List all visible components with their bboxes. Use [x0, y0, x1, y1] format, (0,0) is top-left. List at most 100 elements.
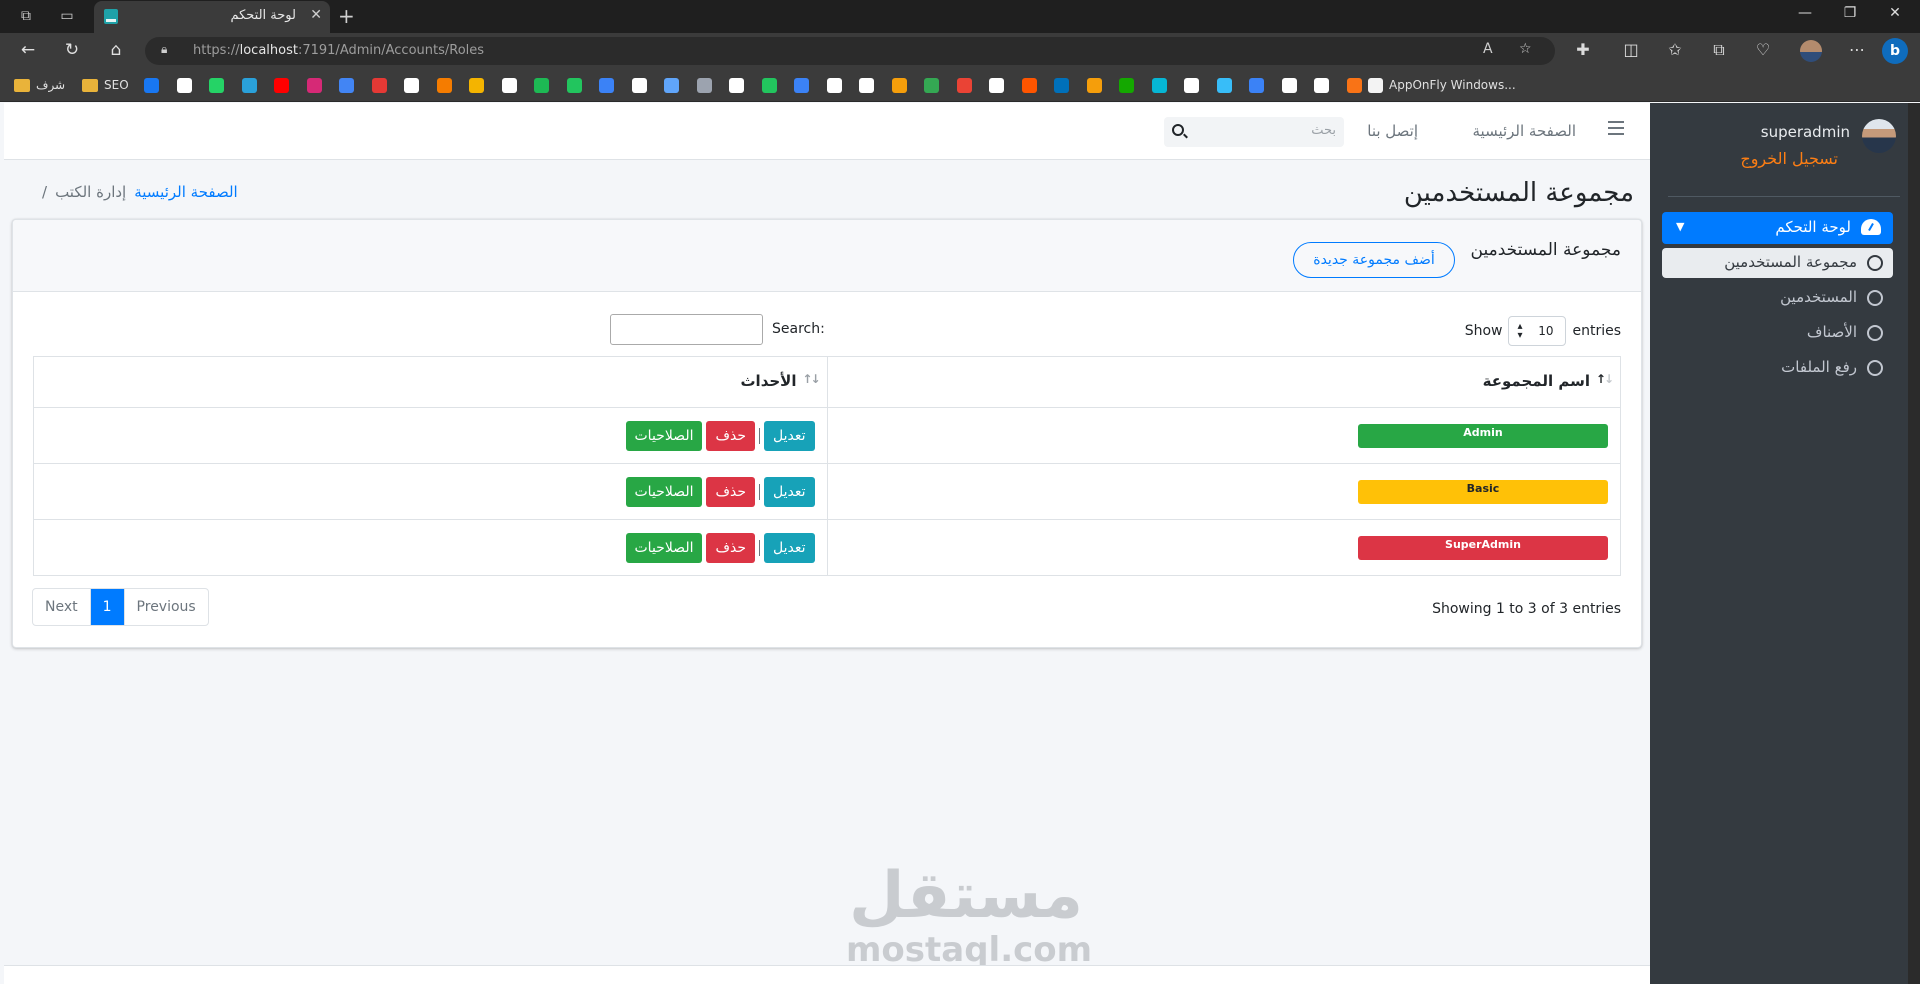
- permissions-button[interactable]: الصلاحيات: [625, 533, 703, 563]
- refresh-icon[interactable]: ↻: [60, 40, 84, 60]
- bookmark-site-icon[interactable]: [826, 78, 842, 93]
- back-icon[interactable]: ←: [16, 40, 40, 60]
- action-separator: [759, 540, 760, 556]
- bookmark-site-icon[interactable]: [469, 78, 484, 93]
- column-header-group-name[interactable]: ↑↓ اسم المجموعة: [826, 356, 1621, 408]
- nav-link-contact[interactable]: إتصل بنا: [1367, 122, 1418, 140]
- bookmark-site-icon[interactable]: [371, 78, 387, 93]
- bookmark-site-icon[interactable]: [1184, 78, 1199, 93]
- read-aloud-icon[interactable]: A: [1483, 41, 1493, 57]
- split-screen-icon[interactable]: ◫: [1620, 40, 1642, 59]
- bookmark-site-icon[interactable]: [1281, 78, 1297, 93]
- bookmark-site-icon[interactable]: [339, 78, 354, 93]
- bookmark-site-icon[interactable]: [1086, 78, 1102, 93]
- bookmark-site-icon[interactable]: [534, 78, 549, 93]
- permissions-button[interactable]: الصلاحيات: [625, 421, 703, 451]
- more-icon[interactable]: ⋯: [1846, 40, 1868, 59]
- profile-avatar[interactable]: [1800, 40, 1822, 62]
- browser-tab[interactable]: لوحة التحكم ✕: [94, 1, 330, 33]
- bookmark-site-icon[interactable]: [599, 78, 614, 93]
- minimize-icon[interactable]: —: [1795, 5, 1815, 21]
- edit-button[interactable]: تعديل: [764, 533, 815, 563]
- close-window-icon[interactable]: ✕: [1885, 5, 1905, 21]
- bookmark-site-icon[interactable]: [891, 78, 907, 93]
- bookmark-site-icon[interactable]: [859, 78, 874, 93]
- table-search-input[interactable]: [610, 314, 763, 345]
- sidebar-item-categories[interactable]: الأصناف: [1662, 318, 1893, 348]
- edit-button[interactable]: تعديل: [764, 421, 815, 451]
- bookmark-site-icon[interactable]: [241, 78, 257, 93]
- bookmark-site-icon[interactable]: [1216, 78, 1232, 93]
- sidebar-item-users[interactable]: المستخدمين: [1662, 283, 1893, 313]
- bookmark-site-icon[interactable]: [1314, 78, 1329, 93]
- logout-link[interactable]: تسجيل الخروج: [1740, 149, 1838, 168]
- previous-page-button[interactable]: Previous: [123, 589, 208, 625]
- bookmark-site-icon[interactable]: [696, 78, 712, 93]
- tab-title: لوحة التحكم: [230, 8, 296, 23]
- bookmark-site-icon[interactable]: [176, 78, 192, 93]
- restore-icon[interactable]: ❐: [1840, 5, 1860, 21]
- workspaces-icon[interactable]: ⧉: [15, 6, 37, 26]
- edit-button[interactable]: تعديل: [764, 477, 815, 507]
- bookmark-site-icon[interactable]: [501, 78, 517, 93]
- table-body: تعديل حذف الصلاحيات Admin تعديل حذف الصلاحيات B…: [33, 407, 1621, 576]
- bookmark-site-icon[interactable]: [631, 78, 647, 93]
- delete-button[interactable]: حذف: [706, 533, 755, 563]
- home-icon[interactable]: ⌂: [104, 40, 128, 60]
- bookmark-folder[interactable]: SEO: [82, 77, 129, 93]
- bookmark-site-icon[interactable]: [306, 78, 322, 93]
- add-group-button[interactable]: أضف مجموعة جديدة: [1293, 242, 1455, 278]
- bookmark-site-icon[interactable]: [1119, 78, 1134, 93]
- bookmark-site-icon[interactable]: [729, 78, 744, 93]
- bookmark-site-icon[interactable]: [144, 78, 159, 93]
- bookmark-site-icon[interactable]: [1021, 78, 1037, 93]
- bookmark-site-icon[interactable]: [209, 78, 224, 93]
- breadcrumb-home[interactable]: الصفحة الرئيسية: [134, 183, 238, 201]
- bookmark-site-icon[interactable]: [1249, 78, 1264, 93]
- bookmark-site-icon[interactable]: [794, 78, 809, 93]
- copilot-icon[interactable]: b: [1882, 38, 1908, 64]
- delete-button[interactable]: حذف: [706, 421, 755, 451]
- navbar-search[interactable]: بحث: [1164, 117, 1344, 147]
- bookmark-site-icon[interactable]: [1151, 78, 1167, 93]
- search-icon[interactable]: [1172, 124, 1184, 136]
- sidebar-item-dashboard[interactable]: لوحة التحكم ▼: [1662, 212, 1893, 244]
- health-icon[interactable]: ♡: [1752, 40, 1774, 59]
- row-actions: تعديل حذف الصلاحيات: [625, 477, 815, 507]
- bookmark-site-icon[interactable]: [761, 78, 777, 93]
- sidebar: superadmin تسجيل الخروج لوحة التحكم ▼ مج…: [1650, 103, 1920, 984]
- user-avatar: [1862, 119, 1896, 153]
- extensions-icon[interactable]: ✚: [1572, 40, 1594, 59]
- column-header-actions[interactable]: ↑↓ الأحداث: [33, 356, 828, 408]
- bookmark-site-icon[interactable]: [436, 78, 452, 93]
- bookmark-site-icon[interactable]: [989, 78, 1004, 93]
- tab-actions-icon[interactable]: ▭: [56, 6, 78, 26]
- favorite-star-icon[interactable]: ☆: [1519, 41, 1532, 57]
- menu-toggle-icon[interactable]: [1608, 121, 1624, 135]
- nav-link-home[interactable]: الصفحة الرئيسية: [1473, 122, 1577, 140]
- permissions-button[interactable]: الصلاحيات: [625, 477, 703, 507]
- bookmark-site-icon[interactable]: [924, 78, 939, 93]
- new-tab-icon[interactable]: +: [338, 4, 355, 28]
- page-length-select[interactable]: 10 ▴ ▾: [1508, 316, 1567, 346]
- favorites-icon[interactable]: ✩: [1664, 40, 1686, 59]
- page-1-button[interactable]: 1: [89, 589, 124, 625]
- bookmark-apponfly[interactable]: AppOnFly Windows...: [1368, 77, 1516, 93]
- next-page-button[interactable]: Next: [33, 589, 90, 625]
- bookmark-site-icon[interactable]: [1054, 78, 1069, 93]
- sidebar-item-user-groups[interactable]: مجموعة المستخدمين: [1662, 248, 1893, 278]
- sidebar-item-file-upload[interactable]: رفع الملفات: [1662, 353, 1893, 383]
- bookmark-site-icon[interactable]: [956, 78, 972, 93]
- bookmark-site-icon[interactable]: [1346, 78, 1362, 93]
- bookmark-site-icon[interactable]: [404, 78, 419, 93]
- scrollbar[interactable]: [1908, 103, 1920, 984]
- tab-close-icon[interactable]: ✕: [310, 7, 322, 23]
- collections-icon[interactable]: ⧉: [1708, 40, 1730, 60]
- bookmark-folder[interactable]: شرف: [14, 77, 65, 93]
- search-input[interactable]: بحث: [1311, 123, 1336, 138]
- bookmark-site-icon[interactable]: [664, 78, 679, 93]
- url-field[interactable]: 🔒︎ https://localhost:7191/Admin/Accounts…: [145, 37, 1555, 65]
- bookmark-site-icon[interactable]: [566, 78, 582, 93]
- bookmark-site-icon[interactable]: [274, 78, 289, 93]
- delete-button[interactable]: حذف: [706, 477, 755, 507]
